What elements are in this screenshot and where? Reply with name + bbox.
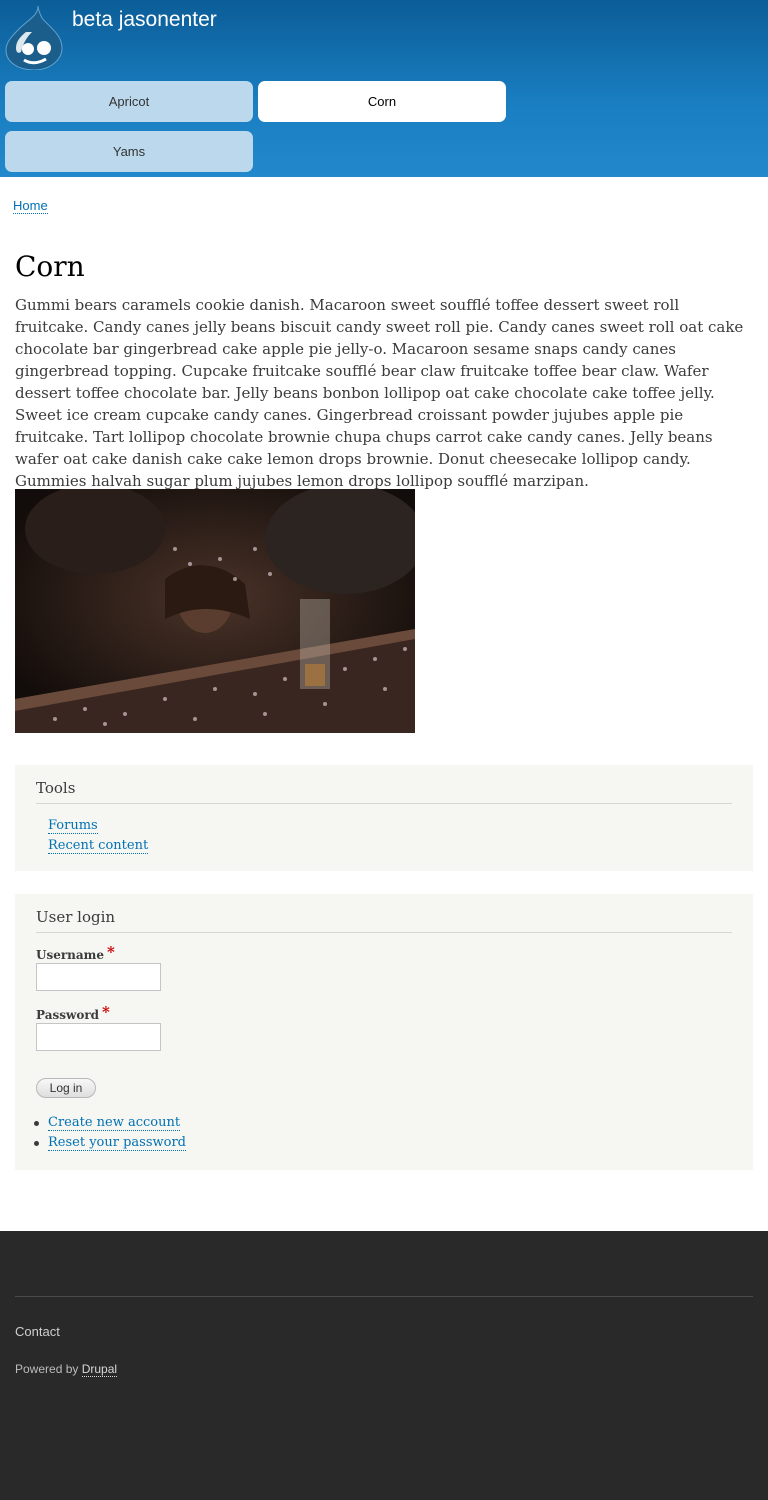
drupal-link[interactable]: Drupal	[81, 1362, 118, 1377]
login-links-list: Create new account Reset your password	[34, 1113, 186, 1153]
site-name[interactable]: beta jasonenter	[72, 8, 217, 32]
forums-link[interactable]: Forums	[48, 818, 98, 834]
tools-block-title: Tools	[36, 779, 732, 804]
body-text: Gummi bears caramels cookie danish. Maca…	[15, 296, 744, 490]
create-account-link[interactable]: Create new account	[48, 1115, 181, 1131]
username-label: Username *	[36, 943, 115, 962]
menu-tab-corn[interactable]: Corn	[258, 81, 506, 122]
powered-by-text: Powered by Drupal	[15, 1362, 118, 1377]
log-in-button[interactable]: Log in	[36, 1078, 96, 1098]
drupal-logo-icon[interactable]	[4, 4, 64, 70]
tools-block: Tools Forums Recent content	[15, 765, 753, 871]
reset-password-link[interactable]: Reset your password	[48, 1135, 186, 1151]
username-input[interactable]	[36, 963, 161, 991]
photo-illustration	[15, 489, 415, 733]
breadcrumb: Home	[13, 198, 48, 214]
password-input[interactable]	[36, 1023, 161, 1051]
recent-content-link[interactable]: Recent content	[48, 838, 149, 854]
required-marker: *	[107, 943, 115, 961]
menu-tab-yams[interactable]: Yams	[5, 131, 253, 172]
footer-divider	[15, 1296, 753, 1297]
page-title: Corn	[15, 250, 85, 283]
menu-tab-apricot[interactable]: Apricot	[5, 81, 253, 122]
breadcrumb-home-link[interactable]: Home	[13, 198, 48, 214]
required-marker: *	[102, 1003, 110, 1021]
tools-links: Forums Recent content	[48, 816, 149, 856]
footer-contact-link[interactable]: Contact	[15, 1324, 60, 1339]
password-label: Password *	[36, 1003, 110, 1022]
site-header: beta jasonenter Apricot Corn Yams	[0, 0, 768, 177]
content-photo	[15, 489, 415, 733]
site-footer: Contact Powered by Drupal	[0, 1231, 768, 1500]
user-login-title: User login	[36, 908, 732, 933]
user-login-block: User login Username * Password * Log in Cr…	[15, 894, 753, 1170]
